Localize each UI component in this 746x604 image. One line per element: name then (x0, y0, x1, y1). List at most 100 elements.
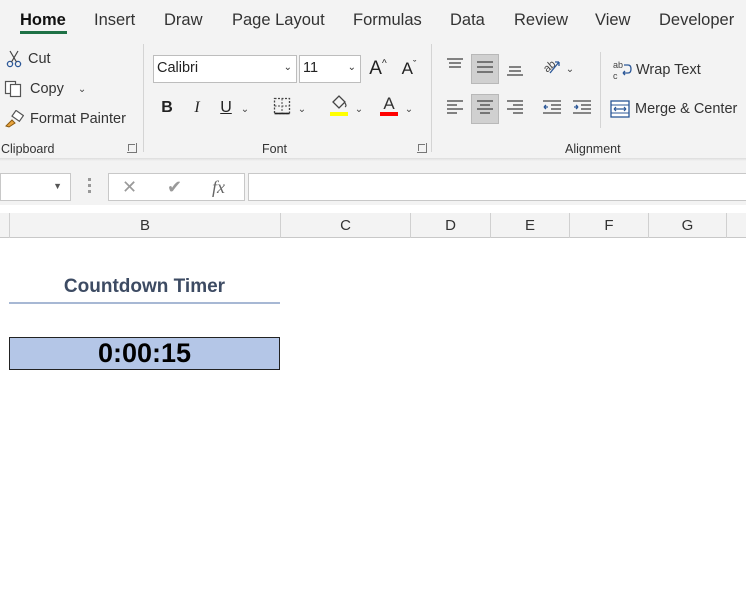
alignment-group-label: Alignment (565, 142, 621, 156)
column-header-g[interactable]: G (648, 213, 726, 238)
wrap-text-label: Wrap Text (636, 62, 701, 78)
borders-button[interactable] (269, 95, 295, 121)
decrease-font-size-button[interactable]: Aˇ (396, 56, 422, 82)
chevron-down-icon: ⌄ (283, 62, 292, 73)
column-header-d[interactable]: D (410, 213, 490, 238)
tab-formulas[interactable]: Formulas (353, 11, 422, 30)
tab-page-layout[interactable]: Page Layout (232, 11, 325, 30)
svg-text:ab: ab (613, 60, 623, 70)
scissors-icon (6, 50, 22, 68)
tab-review[interactable]: Review (514, 11, 568, 30)
font-name-select[interactable]: Calibri ⌄ (153, 55, 297, 83)
align-left-button[interactable] (442, 96, 468, 122)
chevron-down-icon: ⌄ (240, 103, 250, 115)
group-divider (600, 52, 601, 128)
enter-check-icon[interactable]: ✔ (167, 177, 182, 198)
orientation-dropdown[interactable]: ⌄ (563, 56, 577, 82)
tab-insert[interactable]: Insert (94, 11, 135, 30)
middle-align-icon (476, 59, 494, 80)
font-dialog-launcher-icon[interactable] (417, 143, 427, 153)
underline-icon: U (220, 99, 232, 116)
text-orientation-icon: ab (540, 56, 562, 81)
underline-dropdown[interactable]: ⌄ (238, 96, 252, 122)
font-size-value: 11 (303, 60, 319, 76)
copy-icon (4, 80, 24, 98)
ribbon-tab-bar: Home Insert Draw Page Layout Formulas Da… (0, 0, 746, 40)
wrap-text-button[interactable]: ab c Wrap Text (612, 59, 701, 81)
cancel-icon[interactable]: ✕ (122, 177, 137, 198)
svg-text:c: c (613, 71, 618, 81)
bold-button[interactable]: B (154, 95, 180, 121)
align-center-button[interactable] (471, 94, 499, 124)
merge-center-label: Merge & Center (635, 101, 738, 117)
tab-data[interactable]: Data (450, 11, 485, 30)
copy-label: Copy (30, 81, 64, 97)
svg-text:A: A (383, 94, 395, 113)
top-align-icon (446, 57, 464, 78)
format-painter-button[interactable]: Format Painter (4, 110, 126, 128)
chevron-down-icon: ⌄ (565, 63, 575, 75)
chevron-down-icon[interactable]: ▼ (53, 181, 62, 191)
paintbrush-icon (4, 110, 24, 128)
bottom-align-button[interactable] (502, 58, 528, 84)
group-divider (431, 44, 432, 152)
column-header-h[interactable] (726, 213, 746, 238)
fill-color-dropdown[interactable]: ⌄ (352, 96, 366, 122)
chevron-down-icon: ⌄ (354, 103, 364, 115)
bold-icon: B (161, 99, 173, 116)
chevron-down-icon[interactable]: ⌄ (78, 84, 86, 95)
wrap-text-icon: ab c (612, 59, 632, 81)
tab-home[interactable]: Home (20, 11, 66, 30)
tab-developer[interactable]: Developer (659, 11, 734, 30)
group-divider (143, 44, 144, 152)
borders-dropdown[interactable]: ⌄ (295, 96, 309, 122)
chevron-down-icon: ⌄ (404, 103, 414, 115)
decrease-indent-button[interactable] (539, 96, 565, 122)
formula-input[interactable] (248, 173, 746, 201)
align-right-button[interactable] (502, 96, 528, 122)
cut-button[interactable]: Cut (6, 50, 51, 68)
name-box[interactable]: ▼ (0, 173, 71, 201)
decrease-font-icon: Aˇ (401, 59, 417, 78)
tab-view[interactable]: View (595, 11, 630, 30)
column-header-row: B C D E F G (0, 213, 746, 238)
column-header-e[interactable]: E (490, 213, 569, 238)
format-painter-label: Format Painter (30, 111, 126, 127)
italic-button[interactable]: I (184, 95, 210, 121)
borders-icon (273, 97, 291, 120)
middle-align-button[interactable] (471, 54, 499, 84)
font-name-value: Calibri (157, 60, 199, 76)
font-color-dropdown[interactable]: ⌄ (402, 96, 416, 122)
formula-buttons: ✕ ✔ fx (108, 173, 245, 201)
column-header-c[interactable]: C (280, 213, 410, 238)
copy-button[interactable]: Copy ⌄ (4, 80, 86, 98)
increase-indent-icon (572, 99, 592, 120)
clipboard-dialog-launcher-icon[interactable] (127, 143, 137, 153)
merge-center-button[interactable]: Merge & Center (610, 99, 737, 119)
formula-bar-resize-handle[interactable] (88, 178, 92, 196)
bottom-align-icon (506, 61, 524, 82)
align-right-icon (506, 99, 524, 120)
paint-bucket-icon (328, 93, 350, 122)
font-color-button[interactable]: A (376, 94, 402, 120)
underline-button[interactable]: U (213, 95, 239, 121)
insert-function-icon[interactable]: fx (212, 177, 225, 198)
align-center-icon (476, 99, 494, 120)
countdown-title-cell[interactable]: Countdown Timer (9, 276, 280, 303)
increase-font-size-button[interactable]: A^ (365, 56, 391, 82)
merge-center-icon (610, 99, 630, 119)
top-align-button[interactable] (442, 54, 468, 80)
chevron-down-icon: ⌄ (347, 62, 356, 73)
increase-indent-button[interactable] (569, 96, 595, 122)
align-left-icon (446, 99, 464, 120)
column-header-b[interactable]: B (9, 213, 280, 238)
column-header-f[interactable]: F (569, 213, 648, 238)
font-size-select[interactable]: 11 ⌄ (299, 55, 361, 83)
chevron-down-icon: ⌄ (297, 103, 307, 115)
orientation-button[interactable]: ab (538, 55, 564, 81)
tab-draw[interactable]: Draw (164, 11, 203, 30)
countdown-timer-cell[interactable]: 0:00:15 (9, 337, 280, 370)
italic-icon: I (194, 99, 200, 116)
fill-color-button[interactable] (326, 94, 352, 120)
increase-font-icon: A^ (369, 58, 387, 79)
